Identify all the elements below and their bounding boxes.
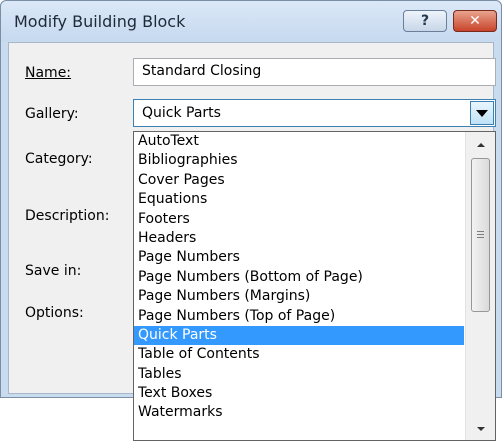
chevron-down-icon xyxy=(476,109,488,117)
gallery-option[interactable]: Page Numbers (Bottom of Page) xyxy=(134,268,464,287)
gallery-selected-value: Quick Parts xyxy=(142,105,221,121)
name-label-text: Name: xyxy=(25,65,72,81)
gallery-option[interactable]: Page Numbers xyxy=(134,248,464,267)
grip-line xyxy=(477,234,484,235)
gallery-dropdown-button[interactable] xyxy=(470,101,494,125)
gallery-option[interactable]: Text Boxes xyxy=(134,384,464,403)
gallery-option[interactable]: Page Numbers (Top of Page) xyxy=(134,307,464,326)
title-bar[interactable]: Modify Building Block ? ✕ xyxy=(1,1,501,41)
gallery-option[interactable]: Footers xyxy=(134,210,464,229)
gallery-label: Gallery: xyxy=(25,106,79,122)
gallery-option[interactable]: Watermarks xyxy=(134,403,464,422)
gallery-options: AutoText Bibliographies Cover Pages Equatio… xyxy=(134,132,464,423)
arrow-down-icon xyxy=(476,427,485,431)
name-input[interactable]: Standard Closing xyxy=(133,58,496,86)
close-button[interactable]: ✕ xyxy=(453,10,497,32)
help-button[interactable]: ? xyxy=(403,10,447,32)
description-label: Description: xyxy=(25,208,110,224)
category-label: Category: xyxy=(25,151,93,167)
gallery-dropdown-list[interactable]: AutoText Bibliographies Cover Pages Equatio… xyxy=(133,131,496,441)
scroll-thumb[interactable] xyxy=(471,158,490,312)
close-icon: ✕ xyxy=(469,13,481,29)
gallery-option[interactable]: AutoText xyxy=(134,132,464,151)
scroll-up-button[interactable] xyxy=(466,136,495,154)
gallery-option[interactable]: Table of Contents xyxy=(134,345,464,364)
save-in-label: Save in: xyxy=(25,263,82,279)
help-icon: ? xyxy=(420,13,430,29)
gallery-option[interactable]: Equations xyxy=(134,190,464,209)
grip-line xyxy=(477,237,484,238)
dialog-title: Modify Building Block xyxy=(14,12,186,31)
dropdown-scrollbar[interactable] xyxy=(465,132,495,440)
gallery-option[interactable]: Quick Parts xyxy=(134,325,464,346)
gallery-option[interactable]: Headers xyxy=(134,229,464,248)
grip-line xyxy=(477,231,484,232)
gallery-combobox[interactable]: Quick Parts xyxy=(133,99,496,127)
arrow-up-icon xyxy=(476,143,485,147)
scroll-down-button[interactable] xyxy=(466,420,495,438)
gallery-option[interactable]: Cover Pages xyxy=(134,171,464,190)
gallery-option[interactable]: Page Numbers (Margins) xyxy=(134,287,464,306)
gallery-option[interactable]: Bibliographies xyxy=(134,151,464,170)
options-label: Options: xyxy=(25,305,84,321)
gallery-option[interactable]: Tables xyxy=(134,365,464,384)
name-label: Name: xyxy=(25,65,71,81)
